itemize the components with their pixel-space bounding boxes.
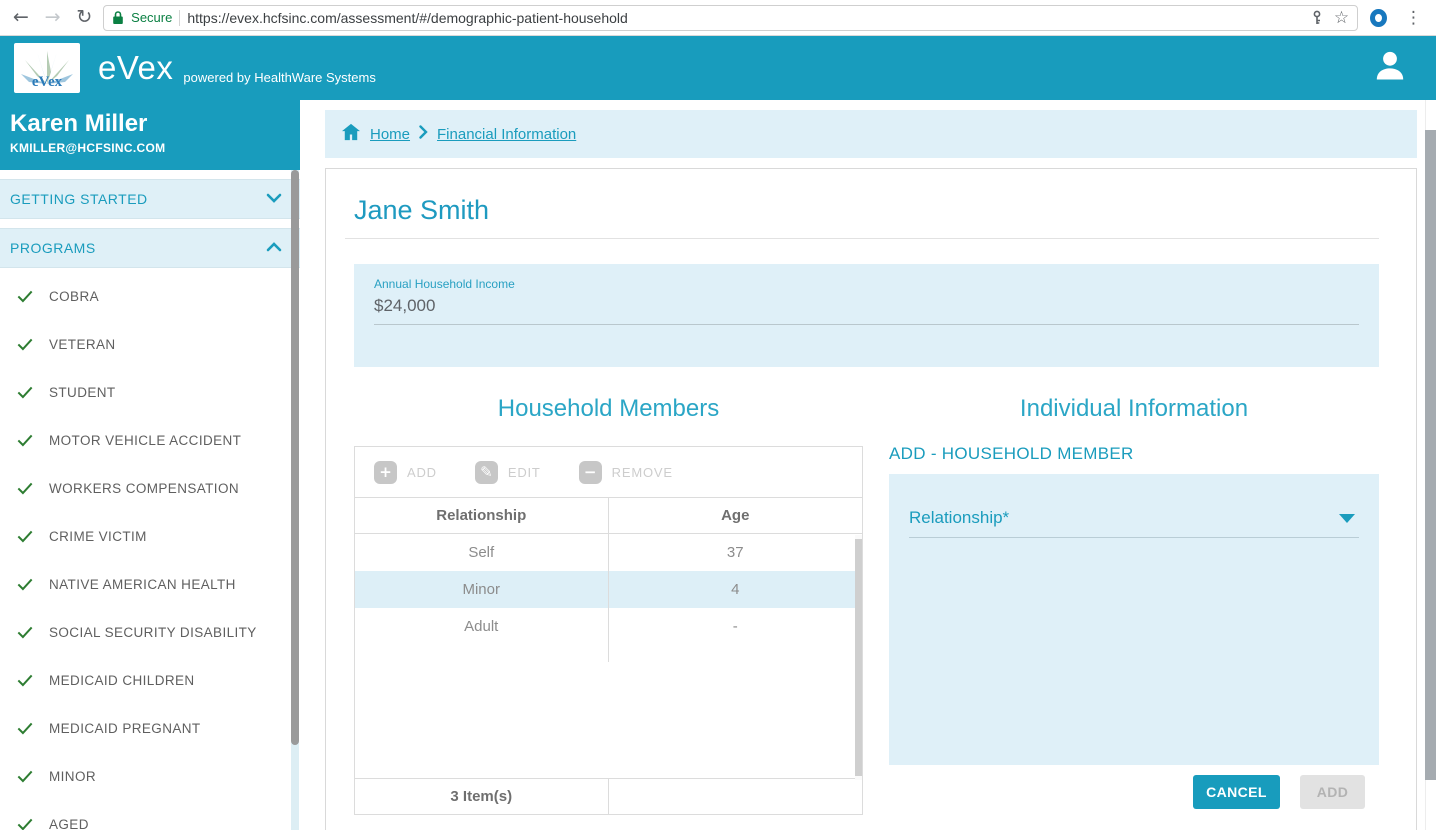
sidebar-scrollbar[interactable] xyxy=(291,170,299,830)
check-icon xyxy=(15,814,35,830)
browser-menu-icon[interactable]: ⋮ xyxy=(1399,8,1428,28)
household-members-section: Household Members + ADD ✎ EDIT − REMOVE … xyxy=(354,395,863,815)
check-icon xyxy=(15,766,35,786)
app-name: eVex xyxy=(98,49,174,86)
evex-logo[interactable]: eVex xyxy=(14,43,80,93)
sidebar-item-cobra[interactable]: COBRA xyxy=(0,272,300,320)
main-content: Home Financial Information Jane Smith An… xyxy=(300,100,1436,830)
check-icon xyxy=(15,334,35,354)
household-members-heading: Household Members xyxy=(497,395,720,422)
forward-icon[interactable]: → xyxy=(40,8,66,27)
check-icon xyxy=(15,574,35,594)
relationship-dropdown-label: Relationship* xyxy=(909,508,1010,527)
title-divider xyxy=(345,238,1379,239)
check-icon xyxy=(15,286,35,306)
add-button[interactable]: ADD xyxy=(1300,775,1365,809)
table-scrollbar[interactable] xyxy=(855,535,862,780)
check-icon xyxy=(15,622,35,642)
browser-toolbar: ← → ↻ Secure https://evex.hcfsinc.com/as… xyxy=(0,0,1436,36)
breadcrumb: Home Financial Information xyxy=(325,110,1417,158)
user-name: Karen Miller xyxy=(10,110,148,137)
address-bar[interactable]: Secure https://evex.hcfsinc.com/assessme… xyxy=(103,4,1359,31)
check-icon xyxy=(15,478,35,498)
sidebar-section-getting-started[interactable]: GETTING STARTED xyxy=(0,179,300,219)
sidebar-user-block: Karen Miller KMILLER@HCFSINC.COM xyxy=(0,100,300,170)
relationship-dropdown[interactable]: Relationship* xyxy=(909,508,1359,538)
add-member-form-panel: Relationship* xyxy=(889,474,1379,765)
plus-icon: + xyxy=(374,460,397,484)
table-header-row: Relationship Age xyxy=(355,498,862,534)
add-household-member-subheading: ADD - HOUSEHOLD MEMBER xyxy=(889,444,1134,463)
url-text[interactable]: https://evex.hcfsinc.com/assessment/#/de… xyxy=(187,10,1303,26)
programs-list: COBRA VETERAN STUDENT MOTOR VEHICLE ACCI… xyxy=(0,268,300,830)
sidebar-item-student[interactable]: STUDENT xyxy=(0,368,300,416)
edit-member-button[interactable]: ✎ EDIT xyxy=(474,460,541,484)
individual-information-heading: Individual Information xyxy=(1019,395,1249,422)
lock-icon xyxy=(113,11,123,24)
content-card: Jane Smith Annual Household Income $24,0… xyxy=(325,168,1417,830)
check-icon xyxy=(15,430,35,450)
sidebar-item-medicaid-children[interactable]: MEDICAID CHILDREN xyxy=(0,656,300,704)
sidebar-item-social-security-disability[interactable]: SOCIAL SECURITY DISABILITY xyxy=(0,608,300,656)
chevron-up-icon xyxy=(266,239,282,257)
table-row[interactable]: Adult - xyxy=(355,608,862,645)
pencil-icon: ✎ xyxy=(474,460,498,484)
check-icon xyxy=(15,382,35,402)
logo-wordmark: eVex xyxy=(31,74,63,90)
individual-information-section: Individual Information ADD - HOUSEHOLD M… xyxy=(889,395,1379,815)
column-header-relationship: Relationship xyxy=(355,498,609,533)
dropdown-caret-icon xyxy=(1339,513,1355,523)
chevron-right-icon xyxy=(419,124,428,144)
sidebar: Karen Miller KMILLER@HCFSINC.COM GETTING… xyxy=(0,100,300,830)
app-tagline: powered by HealthWare Systems xyxy=(183,69,376,85)
column-header-age: Age xyxy=(721,507,750,524)
table-row[interactable]: Self 37 xyxy=(355,534,862,571)
sidebar-item-crime-victim[interactable]: CRIME VICTIM xyxy=(0,512,300,560)
sidebar-item-minor[interactable]: MINOR xyxy=(0,752,300,800)
sidebar-item-workers-compensation[interactable]: WORKERS COMPENSATION xyxy=(0,464,300,512)
table-footer-row: 3 Item(s) xyxy=(355,778,862,814)
income-panel: Annual Household Income $24,000 xyxy=(354,264,1379,367)
add-member-button[interactable]: + ADD xyxy=(374,460,437,484)
income-label: Annual Household Income xyxy=(374,277,515,291)
cancel-button[interactable]: CANCEL xyxy=(1193,775,1280,809)
url-divider xyxy=(179,9,181,26)
table-scrollbar-thumb[interactable] xyxy=(855,539,862,776)
sidebar-item-native-american-health[interactable]: NATIVE AMERICAN HEALTH xyxy=(0,560,300,608)
back-icon[interactable]: ← xyxy=(8,8,34,27)
item-count: 3 Item(s) xyxy=(355,779,609,814)
income-input[interactable]: $24,000 xyxy=(374,296,1359,325)
household-members-table: + ADD ✎ EDIT − REMOVE Relationship Age S… xyxy=(354,446,863,815)
check-icon xyxy=(15,670,35,690)
chevron-down-icon xyxy=(266,190,282,208)
breadcrumb-home-link[interactable]: Home xyxy=(370,126,410,143)
extension-icon[interactable] xyxy=(1370,8,1388,27)
page-title: Jane Smith xyxy=(354,195,490,225)
page-scrollbar[interactable] xyxy=(1425,100,1436,830)
sidebar-item-medicaid-pregnant[interactable]: MEDICAID PREGNANT xyxy=(0,704,300,752)
table-stub xyxy=(355,645,862,662)
user-avatar-icon[interactable] xyxy=(1372,48,1408,89)
remove-member-button[interactable]: − REMOVE xyxy=(578,460,673,484)
sidebar-item-motor-vehicle-accident[interactable]: MOTOR VEHICLE ACCIDENT xyxy=(0,416,300,464)
check-icon xyxy=(15,718,35,738)
sidebar-scrollbar-thumb[interactable] xyxy=(291,170,299,745)
minus-icon: − xyxy=(578,460,602,484)
page-scrollbar-thumb[interactable] xyxy=(1425,130,1436,780)
breadcrumb-current-link[interactable]: Financial Information xyxy=(437,126,576,143)
sidebar-item-aged[interactable]: AGED xyxy=(0,800,300,830)
table-toolbar: + ADD ✎ EDIT − REMOVE xyxy=(355,447,862,498)
secure-badge: Secure xyxy=(131,10,173,25)
home-icon[interactable] xyxy=(341,123,361,146)
refresh-icon[interactable]: ↻ xyxy=(71,8,97,27)
app-header: eVex eVex powered by HealthWare Systems xyxy=(0,36,1436,100)
sidebar-item-veteran[interactable]: VETERAN xyxy=(0,320,300,368)
check-icon xyxy=(15,526,35,546)
bookmark-star-icon[interactable]: ☆ xyxy=(1334,8,1349,28)
key-icon[interactable] xyxy=(1310,10,1324,26)
sidebar-section-programs[interactable]: PROGRAMS xyxy=(0,228,300,268)
table-row[interactable]: Minor 4 xyxy=(355,571,862,608)
form-buttons: CANCEL ADD xyxy=(889,775,1379,809)
user-email: KMILLER@HCFSINC.COM xyxy=(10,140,166,155)
